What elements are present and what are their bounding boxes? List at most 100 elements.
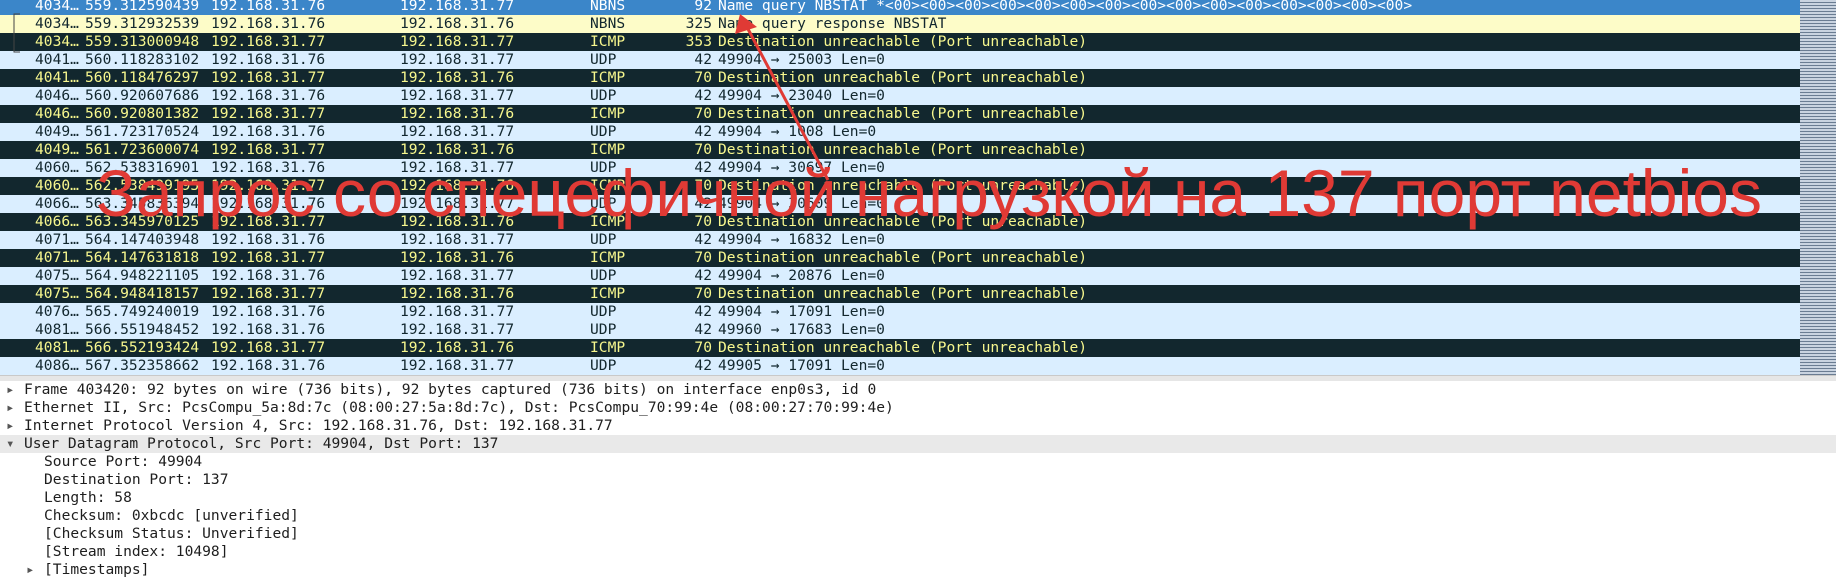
- packet-list[interactable]: 4034… 559.312590439 192.168.31.76 192.168.3…: [0, 0, 1800, 375]
- packet-destination: 192.168.31.76: [400, 213, 515, 230]
- packet-length: 70: [694, 213, 712, 230]
- packet-info: Destination unreachable (Port unreachabl…: [718, 33, 1088, 50]
- packet-row[interactable]: 4046… 560.920801382 192.168.31.77 192.168.3…: [0, 105, 1800, 123]
- packet-row[interactable]: 4076… 565.749240019 192.168.31.76 192.168.3…: [0, 303, 1800, 321]
- packet-row[interactable]: 4071… 564.147403948 192.168.31.76 192.168.3…: [0, 231, 1800, 249]
- detail-tree-label: Checksum: 0xbcdc [unverified]: [44, 507, 299, 524]
- packet-time: 560.920801382: [85, 105, 200, 122]
- packet-info: Destination unreachable (Port unreachabl…: [718, 69, 1088, 86]
- packet-info: Destination unreachable (Port unreachabl…: [718, 105, 1088, 122]
- packet-row[interactable]: 4060… 562.538499195 192.168.31.77 192.168.3…: [0, 177, 1800, 195]
- packet-row[interactable]: 4034… 559.312932539 192.168.31.76 192.168.3…: [0, 15, 1800, 33]
- packet-info: 49904 → 23040 Len=0: [718, 87, 885, 104]
- packet-info: 49904 → 17091 Len=0: [718, 303, 885, 320]
- packet-info: 49904 → 20876 Len=0: [718, 267, 885, 284]
- packet-time: 567.352358662: [85, 357, 200, 374]
- detail-tree-label: Ethernet II, Src: PcsCompu_5a:8d:7c (08:…: [24, 399, 894, 416]
- packet-length: 42: [694, 123, 712, 140]
- packet-info: 49960 → 17683 Len=0: [718, 321, 885, 338]
- detail-tree-item[interactable]: Destination Port: 137: [0, 471, 1836, 489]
- packet-time: 564.948418157: [85, 285, 200, 302]
- packet-row[interactable]: 4060… 562.538316901 192.168.31.76 192.168.3…: [0, 159, 1800, 177]
- packet-source: 192.168.31.77: [211, 69, 326, 86]
- packet-row[interactable]: 4046… 560.920607686 192.168.31.76 192.168.3…: [0, 87, 1800, 105]
- packet-number: 4081…: [35, 321, 79, 338]
- packet-length: 70: [694, 69, 712, 86]
- detail-tree-item[interactable]: [Stream index: 10498]: [0, 543, 1836, 561]
- packet-source: 192.168.31.76: [211, 195, 326, 212]
- packet-info: Name query NBSTAT *<00><00><00><00><00><…: [718, 0, 1413, 14]
- packet-row[interactable]: 4041… 560.118283102 192.168.31.76 192.168.3…: [0, 51, 1800, 69]
- detail-tree-item[interactable]: ▸ Internet Protocol Version 4, Src: 192.1…: [0, 417, 1836, 435]
- packet-row[interactable]: 4049… 561.723170524 192.168.31.76 192.168.3…: [0, 123, 1800, 141]
- detail-tree-item[interactable]: ▾ User Datagram Protocol, Src Port: 49904…: [0, 435, 1836, 453]
- packet-destination: 192.168.31.76: [400, 285, 515, 302]
- packet-list-scrollbar[interactable]: [1800, 0, 1836, 375]
- packet-destination: 192.168.31.77: [400, 357, 515, 374]
- packet-source: 192.168.31.76: [211, 357, 326, 374]
- packet-row[interactable]: 4041… 560.118476297 192.168.31.77 192.168.3…: [0, 69, 1800, 87]
- packet-length: 70: [694, 105, 712, 122]
- packet-source: 192.168.31.77: [211, 285, 326, 302]
- packet-row[interactable]: 4066… 563.345836394 192.168.31.76 192.168.3…: [0, 195, 1800, 213]
- packet-row[interactable]: 4075… 564.948221105 192.168.31.76 192.168.3…: [0, 267, 1800, 285]
- packet-time: 564.147403948: [85, 231, 200, 248]
- packet-time: 564.948221105: [85, 267, 200, 284]
- packet-row[interactable]: 4086… 567.352358662 192.168.31.76 192.168.3…: [0, 357, 1800, 375]
- detail-tree-item[interactable]: Checksum: 0xbcdc [unverified]: [0, 507, 1836, 525]
- packet-number: 4034…: [35, 33, 79, 50]
- packet-source: 192.168.31.77: [211, 105, 326, 122]
- packet-length: 92: [694, 0, 712, 14]
- packet-source: 192.168.31.77: [211, 33, 326, 50]
- packet-source: 192.168.31.76: [211, 231, 326, 248]
- packet-number: 4066…: [35, 213, 79, 230]
- packet-source: 192.168.31.77: [211, 249, 326, 266]
- packet-row[interactable]: 4071… 564.147631818 192.168.31.77 192.168.3…: [0, 249, 1800, 267]
- packet-time: 562.538316901: [85, 159, 200, 176]
- detail-tree-item[interactable]: [Checksum Status: Unverified]: [0, 525, 1836, 543]
- detail-tree-item[interactable]: Source Port: 49904: [0, 453, 1836, 471]
- packet-time: 560.118283102: [85, 51, 200, 68]
- packet-number: 4060…: [35, 177, 79, 194]
- packet-length: 42: [694, 231, 712, 248]
- detail-tree-item[interactable]: ▸ Frame 403420: 92 bytes on wire (736 bit…: [0, 381, 1836, 399]
- packet-number: 4041…: [35, 69, 79, 86]
- packet-time: 560.920607686: [85, 87, 200, 104]
- packet-row[interactable]: 4034… 559.313000948 192.168.31.77 192.168.3…: [0, 33, 1800, 51]
- conversation-tree-lines: [13, 13, 20, 53]
- triangle-right-icon[interactable]: ▸: [6, 399, 14, 417]
- detail-tree-label: Length: 58: [44, 489, 132, 506]
- packet-source: 192.168.31.77: [211, 339, 326, 356]
- detail-tree-item[interactable]: ▸ [Timestamps]: [0, 561, 1836, 579]
- packet-length: 42: [694, 303, 712, 320]
- packet-row[interactable]: 4034… 559.312590439 192.168.31.76 192.168.3…: [0, 0, 1800, 15]
- packet-source: 192.168.31.76: [211, 87, 326, 104]
- packet-length: 42: [694, 87, 712, 104]
- detail-tree-item[interactable]: ▸ Ethernet II, Src: PcsCompu_5a:8d:7c (08…: [0, 399, 1836, 417]
- packet-number: 4046…: [35, 87, 79, 104]
- detail-tree-item[interactable]: Length: 58: [0, 489, 1836, 507]
- detail-tree-label: User Datagram Protocol, Src Port: 49904,…: [24, 435, 499, 452]
- packet-number: 4066…: [35, 195, 79, 212]
- packet-info: Destination unreachable (Port unreachabl…: [718, 177, 1088, 194]
- packet-destination: 192.168.31.77: [400, 195, 515, 212]
- packet-row[interactable]: 4075… 564.948418157 192.168.31.77 192.168.3…: [0, 285, 1800, 303]
- packet-time: 559.312932539: [85, 15, 200, 32]
- triangle-right-icon[interactable]: ▸: [6, 381, 14, 399]
- packet-row[interactable]: 4081… 566.551948452 192.168.31.76 192.168.3…: [0, 321, 1800, 339]
- triangle-right-icon[interactable]: ▸: [26, 561, 34, 579]
- packet-row[interactable]: 4066… 563.345970125 192.168.31.77 192.168.3…: [0, 213, 1800, 231]
- packet-number: 4081…: [35, 339, 79, 356]
- triangle-right-icon[interactable]: ▸: [6, 417, 14, 435]
- triangle-down-icon[interactable]: ▾: [6, 435, 14, 453]
- packet-number: 4075…: [35, 267, 79, 284]
- packet-details-tree[interactable]: ▸ Frame 403420: 92 bytes on wire (736 bit…: [0, 381, 1836, 585]
- packet-row[interactable]: 4049… 561.723600074 192.168.31.77 192.168.3…: [0, 141, 1800, 159]
- packet-time: 562.538499195: [85, 177, 200, 194]
- packet-destination: 192.168.31.77: [400, 87, 515, 104]
- packet-time: 566.552193424: [85, 339, 200, 356]
- detail-tree-label: [Timestamps]: [44, 561, 150, 578]
- packet-source: 192.168.31.76: [211, 321, 326, 338]
- packet-row[interactable]: 4081… 566.552193424 192.168.31.77 192.168.3…: [0, 339, 1800, 357]
- packet-number: 4034…: [35, 15, 79, 32]
